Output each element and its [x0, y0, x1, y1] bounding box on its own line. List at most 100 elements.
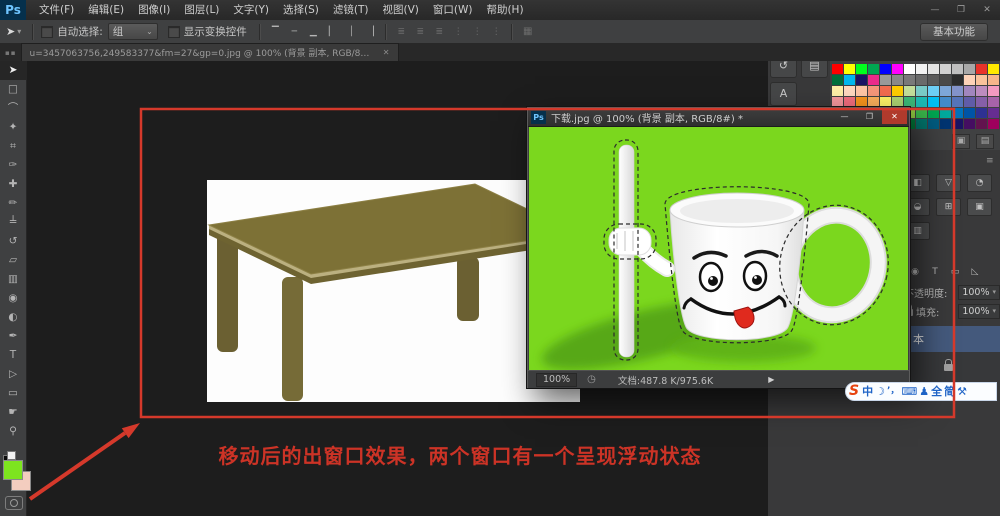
color-swatch[interactable] — [928, 108, 939, 118]
color-swatch[interactable] — [916, 97, 927, 107]
color-swatch[interactable] — [880, 86, 891, 96]
menu-item[interactable]: 选择(S) — [276, 0, 326, 20]
color-swatch[interactable] — [976, 75, 987, 85]
color-swatch[interactable] — [856, 64, 867, 74]
color-swatch[interactable] — [928, 119, 939, 129]
color-swatch[interactable] — [988, 97, 999, 107]
color-swatch[interactable] — [916, 75, 927, 85]
pen-tool[interactable]: ✒ — [0, 327, 26, 346]
color-swatch[interactable] — [892, 64, 903, 74]
selected-layer-row[interactable]: 本 — [910, 326, 1000, 352]
color-swatch[interactable] — [880, 75, 891, 85]
blur-tool[interactable]: ◉ — [0, 289, 26, 308]
foreground-color-swatch[interactable] — [3, 460, 23, 480]
color-swatch[interactable] — [976, 119, 987, 129]
app-close-button[interactable]: ✕ — [974, 0, 1000, 20]
show-transform-checkbox[interactable] — [168, 26, 180, 38]
float-maximize-button[interactable]: ❐ — [857, 110, 882, 124]
align-left-icon[interactable]: ▏ — [325, 25, 340, 39]
brush-tool[interactable]: ✏ — [0, 194, 26, 213]
color-swatch[interactable] — [844, 86, 855, 96]
ime-keyboard-icon[interactable]: ⌨ — [901, 383, 917, 400]
color-swatch[interactable] — [892, 97, 903, 107]
color-swatch[interactable] — [868, 86, 879, 96]
color-swatch[interactable] — [904, 86, 915, 96]
ime-user-icon[interactable]: ♟ — [919, 383, 929, 400]
menu-item[interactable]: 编辑(E) — [81, 0, 131, 20]
color-swatch[interactable] — [988, 86, 999, 96]
character-panel-icon[interactable]: A — [770, 82, 797, 106]
color-swatch[interactable] — [940, 97, 951, 107]
color-swatch[interactable] — [952, 64, 963, 74]
color-swatch[interactable] — [964, 86, 975, 96]
marquee-tool[interactable]: □ — [0, 80, 26, 99]
type-tool[interactable]: T — [0, 346, 26, 365]
floating-window-titlebar[interactable]: Ps 下载.jpg @ 100% (背景 副本, RGB/8#) * —❐✕ — [528, 108, 909, 127]
color-swatch[interactable] — [952, 97, 963, 107]
align-middle-icon[interactable]: ─ — [287, 25, 302, 39]
color-swatch[interactable] — [976, 108, 987, 118]
menu-item[interactable]: 滤镜(T) — [326, 0, 376, 20]
color-swatch[interactable] — [856, 86, 867, 96]
delete-swatch-icon[interactable]: ▤ — [976, 134, 994, 149]
filter-shape-icon[interactable]: ▭ — [948, 266, 962, 279]
history-brush-tool[interactable]: ↺ — [0, 232, 26, 251]
color-swatch[interactable] — [976, 97, 987, 107]
color-swatch[interactable] — [940, 64, 951, 74]
color-swatch[interactable] — [964, 108, 975, 118]
tab-close-icon[interactable]: ✕ — [383, 48, 390, 57]
color-swatch[interactable] — [940, 86, 951, 96]
ime-moon-icon[interactable]: ☽ — [875, 383, 885, 400]
color-swatch[interactable] — [952, 119, 963, 129]
quick-mask-button[interactable] — [5, 496, 23, 510]
color-swatch[interactable] — [940, 108, 951, 118]
color-swatch[interactable] — [928, 75, 939, 85]
healing-brush-tool[interactable]: ✚ — [0, 175, 26, 194]
eyedropper-tool[interactable]: ✑ — [0, 156, 26, 175]
color-swatch[interactable] — [928, 86, 939, 96]
workspace-switcher-button[interactable]: 基本功能 — [920, 23, 988, 41]
float-minimize-button[interactable]: — — [832, 110, 857, 124]
sogou-logo[interactable]: S — [849, 383, 859, 400]
color-swatch[interactable] — [976, 86, 987, 96]
color-swatch[interactable] — [904, 75, 915, 85]
color-swatch[interactable] — [916, 119, 927, 129]
menu-item[interactable]: 视图(V) — [375, 0, 425, 20]
color-swatch[interactable] — [952, 108, 963, 118]
background-layer-row[interactable] — [910, 352, 1000, 380]
color-swatch[interactable] — [844, 64, 855, 74]
app-restore-button[interactable]: ❐ — [948, 0, 974, 20]
color-swatch[interactable] — [916, 86, 927, 96]
fill-input[interactable]: 100% ▾ — [958, 304, 1000, 319]
float-close-button[interactable]: ✕ — [882, 110, 907, 124]
color-swatch[interactable] — [832, 64, 843, 74]
path-select-tool[interactable]: ▷ — [0, 365, 26, 384]
color-swatch[interactable] — [988, 108, 999, 118]
menu-item[interactable]: 文件(F) — [32, 0, 81, 20]
color-swatch[interactable] — [964, 64, 975, 74]
gradient-tool[interactable]: ▥ — [0, 270, 26, 289]
color-swatch[interactable] — [832, 97, 843, 107]
new-swatch-icon[interactable]: ▣ — [952, 134, 970, 149]
color-swatch[interactable] — [856, 75, 867, 85]
dodge-tool[interactable]: ◐ — [0, 308, 26, 327]
levels-icon[interactable]: ▽ — [936, 174, 961, 192]
panel-menu-icon[interactable]: ≡ — [986, 156, 994, 166]
color-swatch[interactable] — [952, 86, 963, 96]
current-tool-icon[interactable]: ➤ — [6, 25, 15, 38]
menu-item[interactable]: 图像(I) — [131, 0, 177, 20]
menu-item[interactable]: 帮助(H) — [479, 0, 530, 20]
color-swatch[interactable] — [964, 97, 975, 107]
zoom-level-field[interactable]: 100% — [536, 373, 577, 387]
hand-tool[interactable]: ☛ — [0, 403, 26, 422]
align-right-icon[interactable]: ▕ — [363, 25, 378, 39]
zoom-tool[interactable]: ⚲ — [0, 422, 26, 441]
filter-smartobject-icon[interactable]: ◺ — [968, 266, 982, 279]
auto-select-dropdown[interactable]: 组 ⌄ — [108, 23, 158, 40]
ime-punctuation-icon[interactable]: ’， — [887, 383, 899, 400]
color-swatch[interactable] — [940, 75, 951, 85]
color-swatch[interactable] — [844, 97, 855, 107]
lasso-tool[interactable]: ⌒ — [0, 99, 26, 118]
move-tool[interactable]: ➤ — [0, 61, 26, 80]
color-swatch[interactable] — [904, 97, 915, 107]
